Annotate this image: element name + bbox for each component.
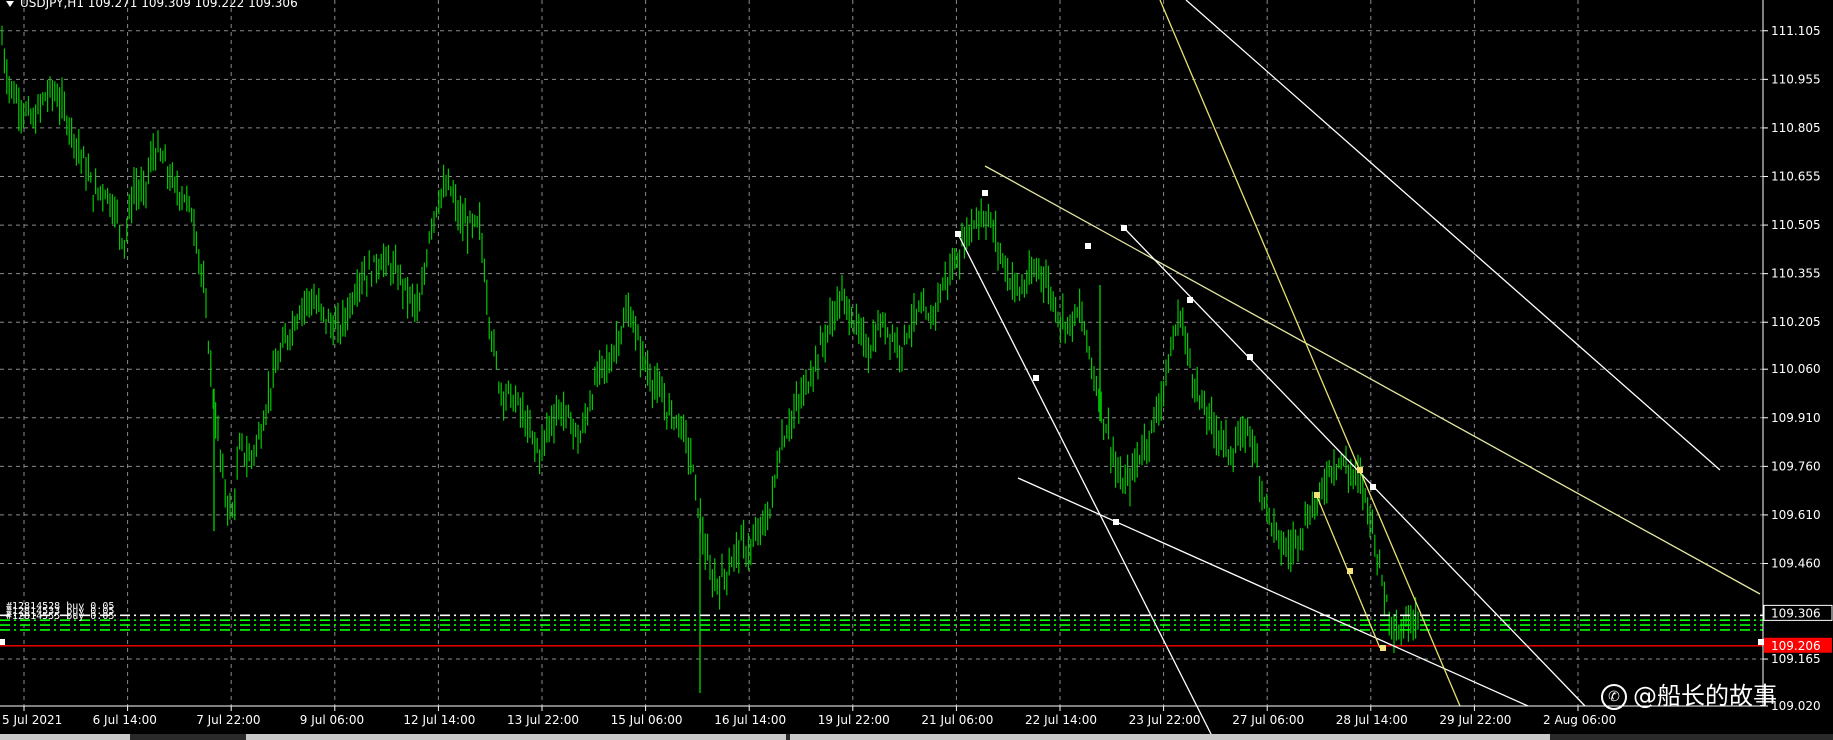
trendline-anchor[interactable]	[1370, 484, 1376, 490]
trendline[interactable]	[1159, 0, 1461, 707]
y-tick-label: 109.610	[1771, 508, 1821, 522]
x-tick-label: 13 Jul 22:00	[507, 713, 579, 727]
x-tick-label: 6 Jul 14:00	[93, 713, 157, 727]
x-tick-label: 27 Jul 06:00	[1232, 713, 1304, 727]
y-tick-label: 109.460	[1771, 557, 1821, 571]
symbol-header-text: USDJPY,H1 109.271 109.309 109.222 109.30…	[20, 0, 298, 10]
time-axis[interactable]: 5 Jul 2021 6 Jul 14:00 7 Jul 22:00 9 Jul 06…	[0, 705, 1763, 727]
bottom-tab-bar[interactable]	[0, 734, 1833, 740]
y-tick-label: 110.655	[1771, 170, 1821, 184]
trendline-anchor[interactable]	[982, 190, 988, 196]
tab-segment[interactable]	[0, 734, 130, 740]
y-tick-label: 110.955	[1771, 72, 1821, 86]
price-chart[interactable]: 111.105 110.955 110.805 110.655 110.505 110.3…	[0, 0, 1833, 740]
x-tick-label: 23 Jul 22:00	[1129, 713, 1201, 727]
y-tick-label: 111.105	[1771, 24, 1821, 38]
tab-segment[interactable]	[246, 734, 786, 740]
trendline-anchors	[0, 190, 1764, 651]
y-tick-label: 110.505	[1771, 218, 1821, 232]
y-tick-label: 109.165	[1771, 652, 1821, 666]
trendline[interactable]	[1185, 0, 1721, 471]
y-tick-label: 110.205	[1771, 315, 1821, 329]
grid	[0, 0, 1763, 707]
x-tick-label: 29 Jul 22:00	[1439, 713, 1511, 727]
y-tick-label: 109.910	[1771, 411, 1821, 425]
x-tick-label: 5 Jul 2021	[2, 713, 62, 727]
symbol-header: USDJPY,H1 109.271 109.309 109.222 109.30…	[6, 0, 298, 10]
trendline-anchor[interactable]	[1314, 492, 1320, 498]
x-tick-label: 7 Jul 22:00	[196, 713, 260, 727]
tab-segment[interactable]	[790, 734, 1550, 740]
bid-price-label: 109.206	[1771, 639, 1821, 653]
trendline-anchor[interactable]	[1033, 375, 1039, 381]
current-price-label: 109.306	[1771, 606, 1821, 620]
trendline-anchor[interactable]	[1113, 519, 1119, 525]
weibo-icon: ✆	[1601, 684, 1627, 710]
trendline-anchor[interactable]	[955, 231, 961, 237]
order-label: #12814555 buy 0.05	[6, 611, 115, 623]
x-tick-label: 12 Jul 14:00	[403, 713, 475, 727]
x-tick-label: 15 Jul 06:00	[611, 713, 683, 727]
watermark: ✆ @船长的故事	[1601, 676, 1777, 711]
watermark-text: @船长的故事	[1633, 682, 1777, 710]
x-tick-label: 2 Aug 06:00	[1543, 713, 1616, 727]
x-tick-label: 21 Jul 06:00	[921, 713, 993, 727]
trendline-anchor[interactable]	[1085, 243, 1091, 249]
trendline[interactable]	[1017, 477, 1529, 707]
trendline-anchor[interactable]	[1187, 297, 1193, 303]
y-tick-label: 110.805	[1771, 121, 1821, 135]
x-tick-label: 16 Jul 14:00	[714, 713, 786, 727]
y-tick-label: 109.760	[1771, 459, 1821, 473]
y-tick-label: 109.020	[1771, 699, 1821, 713]
x-tick-label: 28 Jul 14:00	[1336, 713, 1408, 727]
trendline-anchor[interactable]	[1247, 354, 1253, 360]
x-tick-label: 22 Jul 14:00	[1025, 713, 1097, 727]
order-lines	[0, 614, 1763, 631]
x-tick-label: 9 Jul 06:00	[300, 713, 364, 727]
price-axis[interactable]: 111.105 110.955 110.805 110.655 110.505 110.3…	[1762, 0, 1833, 713]
candles-series	[1, 25, 1419, 694]
trendline-anchor[interactable]	[0, 639, 5, 645]
trendline[interactable]	[957, 233, 1213, 737]
y-tick-label: 110.060	[1771, 362, 1821, 376]
trendline-anchor[interactable]	[1121, 225, 1127, 231]
trendline-anchor[interactable]	[1357, 467, 1363, 473]
trendline[interactable]	[1124, 228, 1586, 707]
trendlines	[957, 0, 1761, 737]
trendline-anchor[interactable]	[1380, 645, 1386, 651]
triangle-icon	[6, 0, 14, 7]
y-tick-label: 110.355	[1771, 267, 1821, 281]
x-tick-label: 19 Jul 22:00	[818, 713, 890, 727]
trendline-anchor[interactable]	[1347, 568, 1353, 574]
